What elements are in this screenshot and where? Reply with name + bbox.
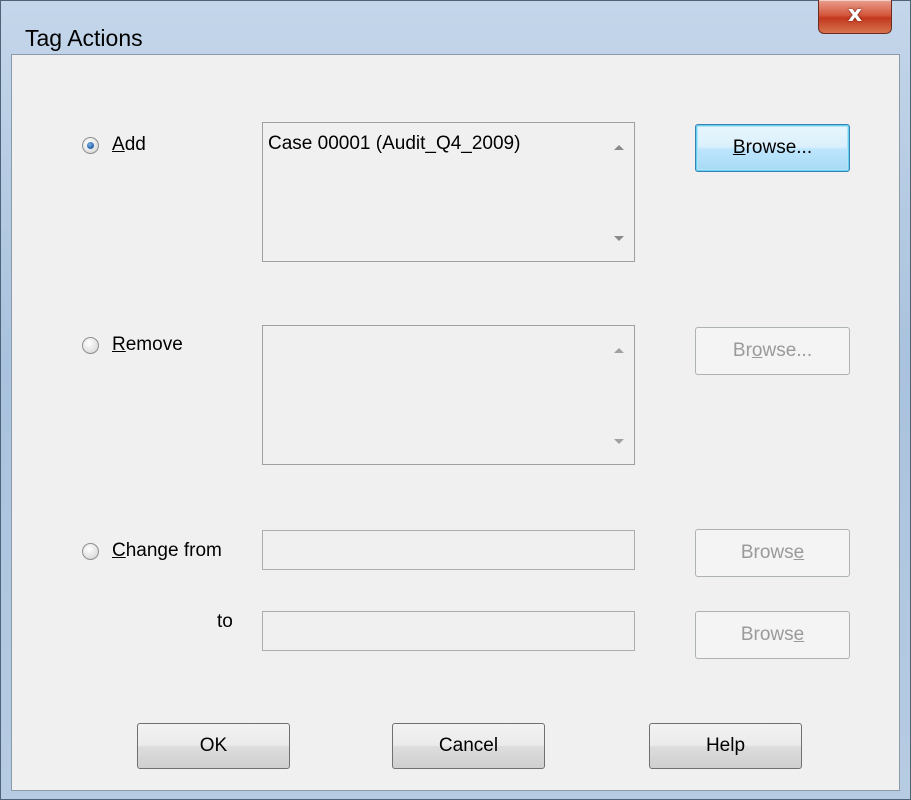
remove-browse-button[interactable]: Br o wse...: [695, 327, 850, 375]
change-from-field[interactable]: [262, 530, 635, 570]
list-item[interactable]: Case 00001 (Audit_Q4_2009): [268, 133, 520, 155]
tag-actions-window: Tag Actions x Add Case 00001 (Audit_Q4_2…: [0, 0, 911, 800]
change-radio-icon[interactable]: [82, 542, 99, 560]
change-to-browse-button[interactable]: Brows e: [695, 611, 850, 659]
change-to-label: to: [217, 611, 233, 632]
cancel-button[interactable]: Cancel: [392, 723, 545, 769]
scroll-down-arrow-icon[interactable]: [614, 439, 624, 444]
dialog-client-area: Add Case 00001 (Audit_Q4_2009) Browse...…: [11, 54, 900, 791]
remove-option[interactable]: Remove: [82, 334, 183, 356]
scroll-down-arrow-icon[interactable]: [614, 236, 624, 241]
add-tag-list[interactable]: Case 00001 (Audit_Q4_2009): [262, 122, 635, 262]
add-option[interactable]: Add: [82, 134, 146, 156]
scroll-up-arrow-icon[interactable]: [614, 348, 624, 353]
remove-radio-icon[interactable]: [82, 336, 99, 354]
window-title: Tag Actions: [25, 25, 143, 51]
help-button[interactable]: Help: [649, 723, 802, 769]
change-to-field[interactable]: [262, 611, 635, 651]
close-icon: x: [847, 2, 863, 27]
change-from-browse-button[interactable]: Brows e: [695, 529, 850, 577]
remove-tag-list[interactable]: [262, 325, 635, 465]
scroll-up-arrow-icon[interactable]: [614, 145, 624, 150]
close-button[interactable]: x: [818, 0, 892, 34]
add-browse-button[interactable]: Browse...: [695, 124, 850, 172]
ok-button[interactable]: OK: [137, 723, 290, 769]
add-label[interactable]: Add: [112, 134, 146, 156]
change-option[interactable]: Change from: [82, 540, 222, 562]
change-from-label[interactable]: Change from: [112, 540, 222, 562]
add-radio-icon[interactable]: [82, 136, 99, 154]
remove-label[interactable]: Remove: [112, 334, 183, 356]
